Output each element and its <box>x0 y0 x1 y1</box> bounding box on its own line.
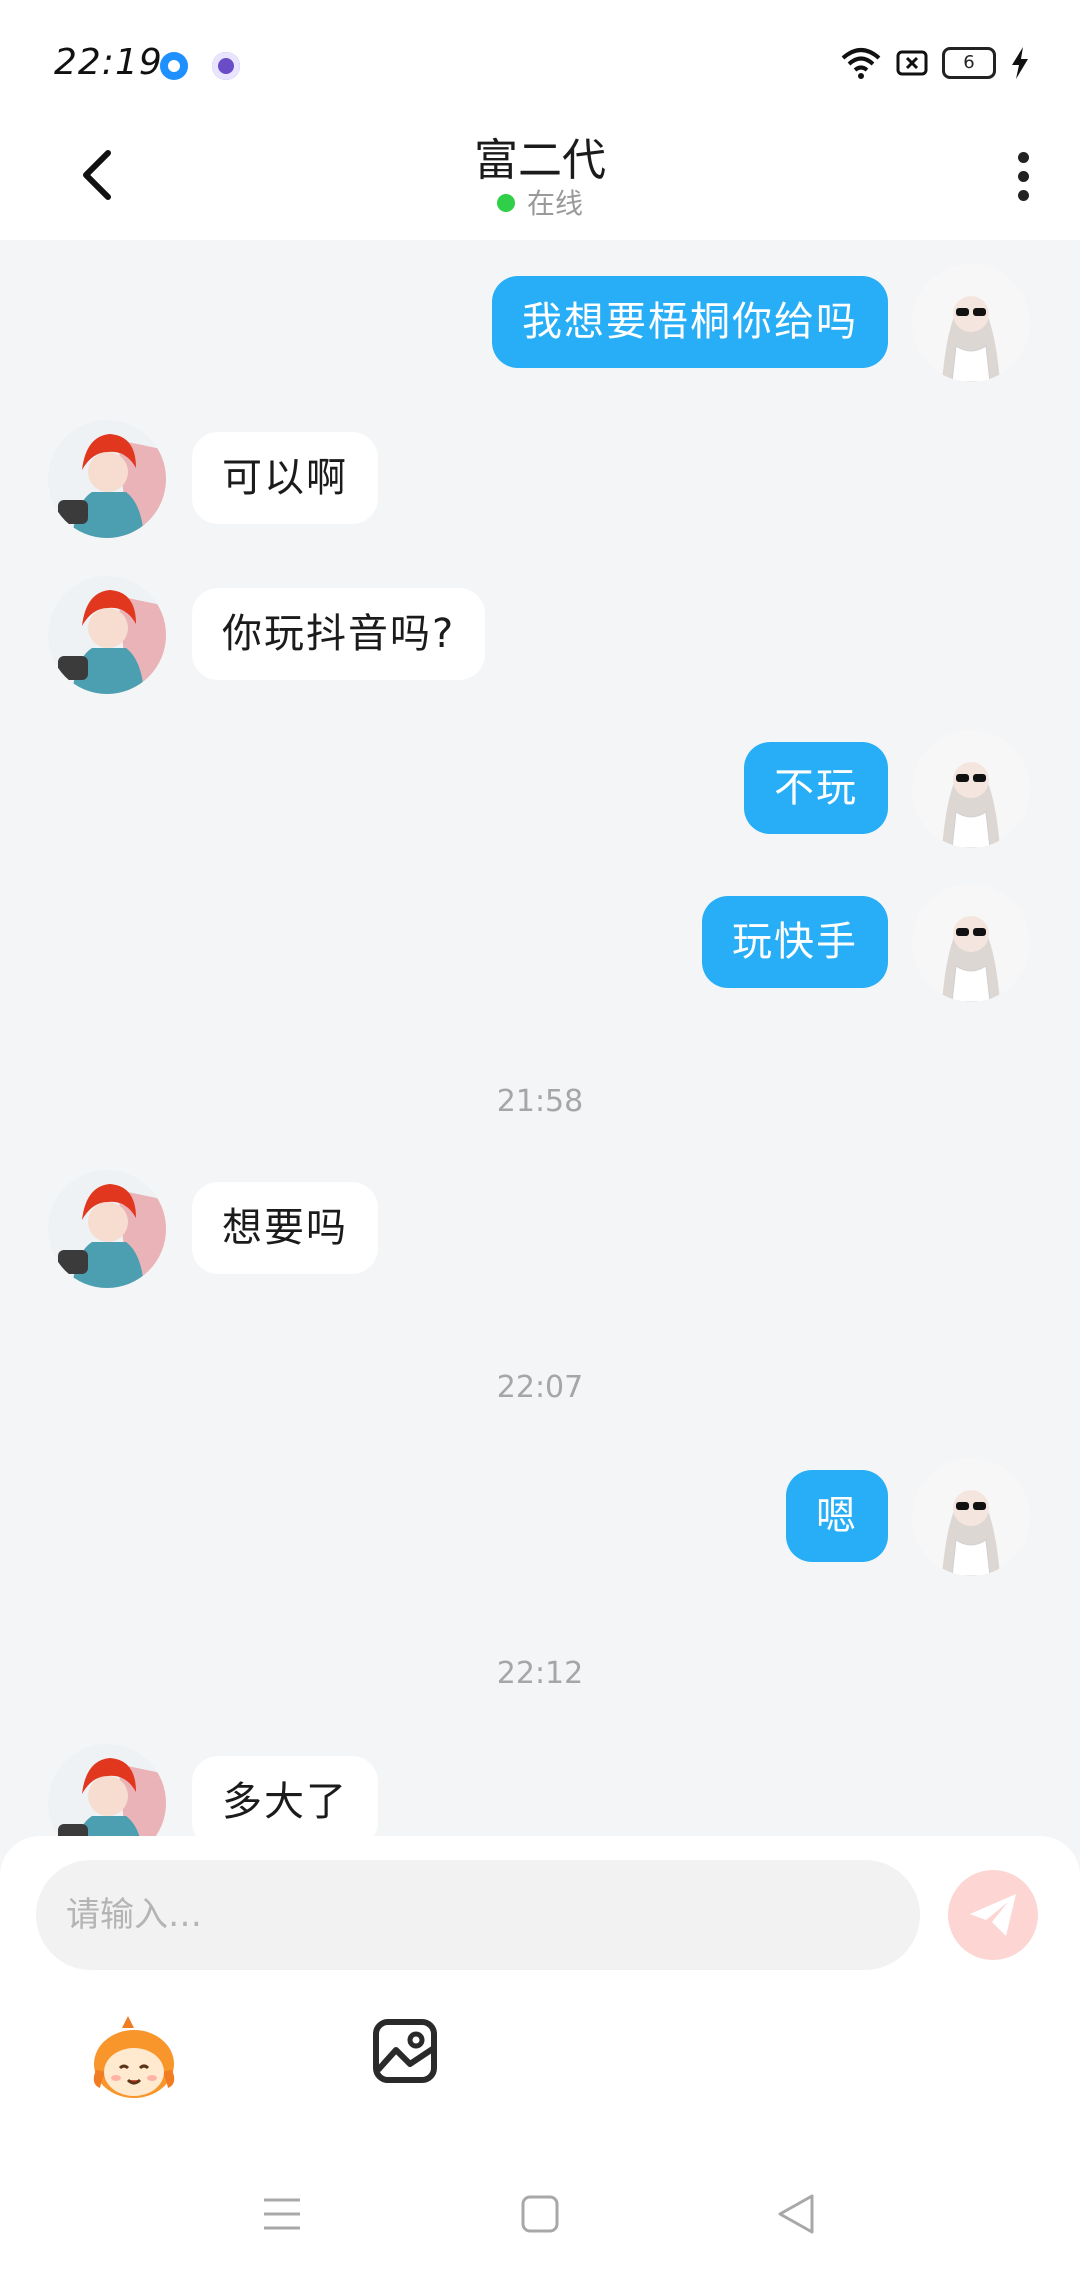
image-picker-button[interactable] <box>372 2018 438 2084</box>
charging-icon <box>1012 47 1028 79</box>
status-bar: 22:19 6 <box>0 0 1080 118</box>
menu-icon <box>264 2198 300 2230</box>
battery-level: 6 <box>963 52 975 73</box>
app-notification-icon <box>212 52 240 80</box>
composer: 请输入… <box>0 1836 1080 2144</box>
message-row-incoming: 想要吗 <box>0 1170 1080 1300</box>
more-options-button[interactable] <box>988 136 1058 216</box>
message-list[interactable]: 我想要梧桐你给吗 可以啊 你玩抖音吗? 不玩 玩快手 21:58 想要吗 22:… <box>0 240 1080 1836</box>
sim-icon <box>896 50 928 76</box>
message-bubble[interactable]: 可以啊 <box>192 432 378 524</box>
message-bubble[interactable]: 玩快手 <box>702 896 888 988</box>
battery-icon: 6 <box>942 47 996 79</box>
nav-menu-button[interactable] <box>254 2186 310 2242</box>
my-avatar[interactable] <box>912 884 1030 1002</box>
online-dot-icon <box>496 194 515 212</box>
emoji-mascot-icon <box>93 2016 175 2098</box>
message-timestamp: 21:58 <box>496 1084 584 1119</box>
contact-avatar[interactable] <box>48 1744 166 1836</box>
my-avatar[interactable] <box>912 730 1030 848</box>
page-title: 富二代 <box>474 135 606 186</box>
emoji-button[interactable] <box>88 2014 180 2106</box>
more-dot <box>1017 170 1029 182</box>
image-icon <box>373 2019 437 2083</box>
my-avatar[interactable] <box>912 264 1030 382</box>
nav-back-button[interactable] <box>768 2186 824 2242</box>
more-dot <box>1017 189 1029 201</box>
online-status-label: 在线 <box>526 187 583 220</box>
message-row-outgoing: 我想要梧桐你给吗 <box>0 264 1080 394</box>
message-bubble[interactable]: 我想要梧桐你给吗 <box>492 276 888 368</box>
send-button[interactable] <box>948 1870 1038 1960</box>
message-row-incoming: 你玩抖音吗? <box>0 576 1080 706</box>
message-row-outgoing: 不玩 <box>0 730 1080 860</box>
message-bubble[interactable]: 你玩抖音吗? <box>192 588 486 680</box>
nav-home-button[interactable] <box>512 2186 568 2242</box>
message-timestamp: 22:07 <box>496 1370 584 1405</box>
home-square-icon <box>521 2195 559 2233</box>
message-row-incoming: 可以啊 <box>0 420 1080 550</box>
app-notification-icon <box>160 52 188 80</box>
message-row-outgoing: 嗯 <box>0 1458 1080 1588</box>
message-bubble[interactable]: 不玩 <box>744 742 888 834</box>
back-triangle-icon <box>778 2194 814 2234</box>
contact-avatar[interactable] <box>48 1170 166 1288</box>
message-timestamp: 22:12 <box>496 1656 584 1691</box>
wifi-icon <box>841 48 881 79</box>
message-row-outgoing: 玩快手 <box>0 884 1080 1014</box>
message-row-incoming: 多大了 <box>0 1744 1080 1836</box>
message-bubble[interactable]: 想要吗 <box>192 1182 378 1274</box>
message-bubble[interactable]: 多大了 <box>192 1756 378 1836</box>
chat-header: 富二代 在线 <box>0 118 1080 240</box>
contact-avatar[interactable] <box>48 420 166 538</box>
message-input[interactable]: 请输入… <box>36 1860 920 1970</box>
my-avatar[interactable] <box>912 1458 1030 1576</box>
status-time: 22:19 <box>54 42 163 83</box>
paper-plane-icon <box>970 1894 1016 1936</box>
message-bubble[interactable]: 嗯 <box>786 1470 888 1562</box>
contact-avatar[interactable] <box>48 576 166 694</box>
online-status: 在线 <box>0 182 1080 222</box>
more-dot <box>1017 151 1029 163</box>
system-navigation-bar <box>0 2144 1080 2280</box>
